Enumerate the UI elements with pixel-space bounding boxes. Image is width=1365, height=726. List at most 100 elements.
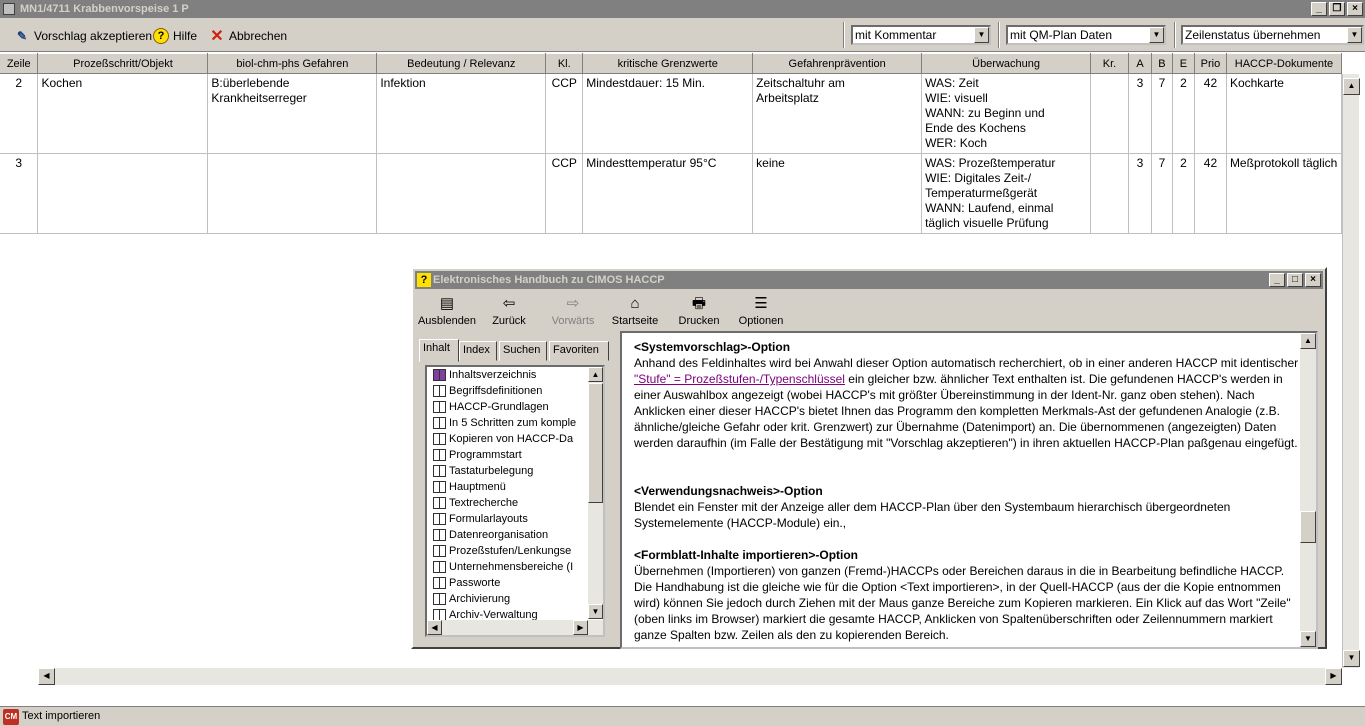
help-button[interactable]: ? Hilfe bbox=[153, 27, 197, 45]
chevron-down-icon[interactable]: ▼ bbox=[1149, 27, 1164, 43]
print-button[interactable]: 🖶 Drucken bbox=[667, 293, 731, 333]
scroll-up-icon[interactable]: ▲ bbox=[1300, 333, 1316, 349]
tree-item[interactable]: In 5 Schritten zum komple bbox=[427, 415, 603, 431]
scroll-up-icon[interactable]: ▲ bbox=[588, 367, 603, 382]
table-cell[interactable]: Meßprotokoll täglich bbox=[1226, 153, 1342, 234]
scroll-down-icon[interactable]: ▼ bbox=[588, 604, 603, 619]
tree-item[interactable]: Formularlayouts bbox=[427, 511, 603, 527]
tree-vertical-scrollbar[interactable]: ▲ ▼ bbox=[588, 367, 603, 619]
help-maximize-button[interactable]: □ bbox=[1287, 273, 1303, 287]
tree-item[interactable]: HACCP-Grundlagen bbox=[427, 399, 603, 415]
grid-vertical-scrollbar[interactable]: ▲ ▼ bbox=[1342, 74, 1360, 668]
comment-select[interactable]: mit Kommentar ▼ bbox=[851, 25, 991, 45]
column-header[interactable]: Zeile bbox=[0, 53, 39, 74]
column-header[interactable]: kritische Grenzwerte bbox=[582, 53, 754, 74]
options-button[interactable]: ☰ Optionen bbox=[729, 293, 793, 333]
table-cell[interactable] bbox=[1090, 153, 1129, 234]
column-header[interactable]: A bbox=[1128, 53, 1152, 74]
column-header[interactable]: HACCP-Dokumente bbox=[1226, 53, 1342, 74]
table-cell[interactable]: 3 bbox=[0, 153, 39, 234]
column-header[interactable]: E bbox=[1172, 53, 1195, 74]
table-cell[interactable]: Kochen bbox=[37, 73, 209, 154]
table-cell[interactable]: 3 bbox=[1128, 73, 1152, 154]
back-button[interactable]: ⇦ Zurück bbox=[477, 293, 541, 333]
tab-index[interactable]: Index bbox=[459, 341, 497, 361]
table-cell[interactable]: WAS: Prozeßtemperatur WIE: Digitales Zei… bbox=[921, 153, 1092, 234]
column-header[interactable]: Prio bbox=[1194, 53, 1227, 74]
scroll-down-icon[interactable]: ▼ bbox=[1343, 650, 1360, 667]
column-header[interactable]: biol-chm-phs Gefahren bbox=[207, 53, 378, 74]
tree-item[interactable]: Programmstart bbox=[427, 447, 603, 463]
tree-item[interactable]: Tastaturbelegung bbox=[427, 463, 603, 479]
row-status-select[interactable]: Zeilenstatus übernehmen ▼ bbox=[1181, 25, 1364, 45]
tab-contents[interactable]: Inhalt bbox=[419, 339, 459, 362]
tree-item[interactable]: Passworte bbox=[427, 575, 603, 591]
column-header[interactable]: Kl. bbox=[545, 53, 584, 74]
table-cell[interactable] bbox=[207, 153, 378, 234]
scroll-left-icon[interactable]: ◀ bbox=[427, 620, 442, 635]
tab-search[interactable]: Suchen bbox=[499, 341, 547, 361]
table-cell[interactable]: Zeitschaltuhr am Arbeitsplatz bbox=[752, 73, 923, 154]
tab-favorites[interactable]: Favoriten bbox=[549, 341, 609, 361]
cancel-button[interactable]: ✕ Abbrechen bbox=[209, 27, 287, 45]
column-header[interactable]: B bbox=[1151, 53, 1173, 74]
table-cell[interactable]: 42 bbox=[1194, 153, 1227, 234]
column-header[interactable]: Kr. bbox=[1090, 53, 1129, 74]
table-cell[interactable]: CCP bbox=[545, 73, 584, 154]
home-button[interactable]: ⌂ Startseite bbox=[603, 293, 667, 333]
tree-item[interactable]: Inhaltsverzeichnis bbox=[427, 367, 603, 383]
table-cell[interactable]: 42 bbox=[1194, 73, 1227, 154]
content-vertical-scrollbar[interactable]: ▲ ▼ bbox=[1300, 333, 1316, 647]
table-cell[interactable]: Kochkarte bbox=[1226, 73, 1342, 154]
table-cell[interactable]: 3 bbox=[1128, 153, 1152, 234]
table-cell[interactable]: 2 bbox=[0, 73, 39, 154]
scroll-right-icon[interactable]: ▶ bbox=[1325, 668, 1342, 685]
column-header[interactable]: Gefahrenprävention bbox=[752, 53, 923, 74]
scroll-down-icon[interactable]: ▼ bbox=[1300, 631, 1316, 647]
qm-plan-select[interactable]: mit QM-Plan Daten ▼ bbox=[1006, 25, 1166, 45]
table-cell[interactable] bbox=[37, 153, 209, 234]
tree-item[interactable]: Kopieren von HACCP-Da bbox=[427, 431, 603, 447]
chevron-down-icon[interactable]: ▼ bbox=[974, 27, 989, 43]
forward-button[interactable]: ⇨ Vorwärts bbox=[541, 293, 605, 333]
table-cell[interactable]: Mindesttemperatur 95°C bbox=[582, 153, 754, 234]
table-cell[interactable]: CCP bbox=[545, 153, 584, 234]
accept-suggestion-button[interactable]: ✎ Vorschlag akzeptieren bbox=[14, 27, 152, 45]
table-cell[interactable]: B:überlebende Krankheitserreger bbox=[207, 73, 378, 154]
tree-item[interactable]: Prozeßstufen/Lenkungse bbox=[427, 543, 603, 559]
help-minimize-button[interactable]: _ bbox=[1269, 273, 1285, 287]
tree-item[interactable]: Unternehmensbereiche (I bbox=[427, 559, 603, 575]
table-cell[interactable]: keine bbox=[752, 153, 923, 234]
stage-key-link[interactable]: "Stufe" = Prozeßstufen-/Typenschlüssel bbox=[634, 372, 845, 386]
restore-button[interactable]: ❐ bbox=[1329, 2, 1345, 16]
tree-item[interactable]: Archivierung bbox=[427, 591, 603, 607]
table-cell[interactable]: Infektion bbox=[376, 73, 547, 154]
table-row[interactable]: 3 CCP Mindesttemperatur 95°C keine WAS: Proz… bbox=[0, 153, 1342, 234]
hide-button[interactable]: ▤ Ausblenden bbox=[415, 293, 479, 333]
chevron-down-icon[interactable]: ▼ bbox=[1347, 27, 1362, 43]
table-row[interactable]: 2 Kochen B:überlebende Krankheitserreger In… bbox=[0, 73, 1342, 154]
column-header[interactable]: Überwachung bbox=[921, 53, 1092, 74]
tree-item[interactable]: Begriffsdefinitionen bbox=[427, 383, 603, 399]
table-cell[interactable]: 2 bbox=[1172, 153, 1195, 234]
table-cell[interactable]: 2 bbox=[1172, 73, 1195, 154]
table-cell[interactable] bbox=[1090, 73, 1129, 154]
close-button[interactable]: × bbox=[1347, 2, 1363, 16]
table-cell[interactable]: 7 bbox=[1151, 153, 1173, 234]
tree-item[interactable]: Hauptmenü bbox=[427, 479, 603, 495]
table-cell[interactable]: Mindestdauer: 15 Min. bbox=[582, 73, 754, 154]
tree-item[interactable]: Textrecherche bbox=[427, 495, 603, 511]
minimize-button[interactable]: _ bbox=[1311, 2, 1327, 16]
scroll-left-icon[interactable]: ◀ bbox=[38, 668, 55, 685]
table-cell[interactable] bbox=[376, 153, 547, 234]
table-cell[interactable]: WAS: Zeit WIE: visuell WANN: zu Beginn u… bbox=[921, 73, 1092, 154]
scroll-up-icon[interactable]: ▲ bbox=[1343, 78, 1360, 95]
tree-item[interactable]: Datenreorganisation bbox=[427, 527, 603, 543]
column-header[interactable]: Prozeßschritt/Objekt bbox=[37, 53, 209, 74]
grid-horizontal-scrollbar[interactable]: ◀ ▶ bbox=[38, 668, 1342, 685]
tree-horizontal-scrollbar[interactable]: ◀ ▶ bbox=[427, 620, 603, 635]
help-close-button[interactable]: × bbox=[1305, 273, 1321, 287]
scroll-right-icon[interactable]: ▶ bbox=[573, 620, 588, 635]
table-cell[interactable]: 7 bbox=[1151, 73, 1173, 154]
column-header[interactable]: Bedeutung / Relevanz bbox=[376, 53, 547, 74]
